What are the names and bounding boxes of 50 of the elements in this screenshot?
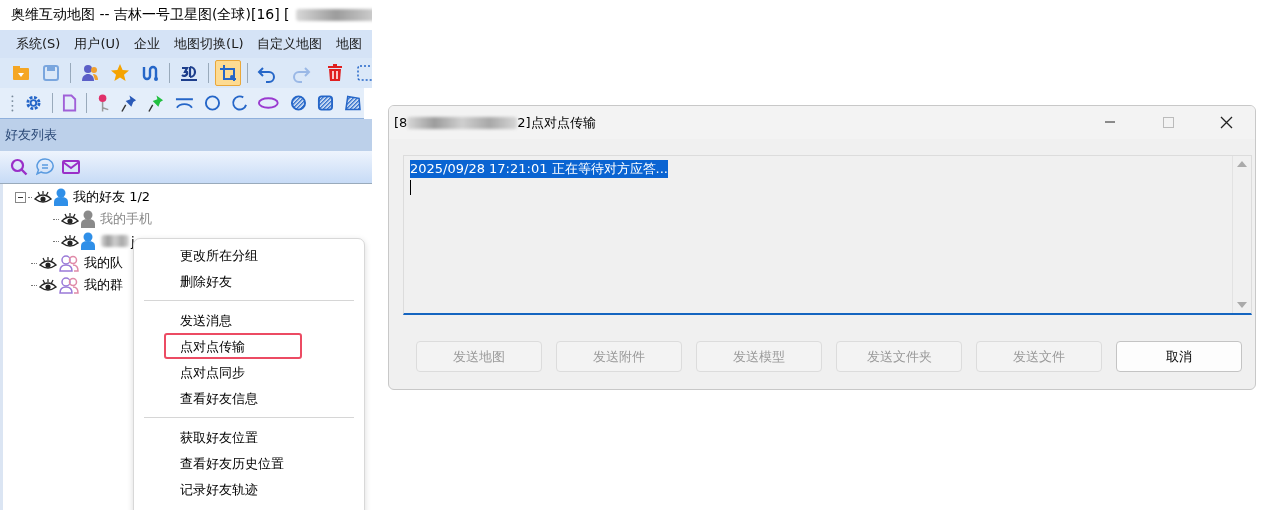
menu-item[interactable]: 点对点同步 [164,359,302,385]
dialog-title: 2]点对点传输 [517,113,596,132]
panel-title: 好友列表 [5,126,57,144]
search-icon[interactable] [10,158,28,176]
pushpin-icon[interactable] [147,93,165,113]
dialog-button[interactable]: 取消 [1116,341,1242,372]
ellipse-icon[interactable] [257,96,281,110]
eye-icon[interactable] [34,190,52,204]
filled-circle-icon[interactable] [290,94,308,112]
tree-item-label[interactable]: 我的群 [84,276,123,294]
people-icon [59,276,79,294]
filled-square-icon[interactable] [317,94,334,112]
eye-icon[interactable] [39,278,57,292]
menu-item[interactable]: 用户(U) [67,35,128,53]
tree-item-label[interactable]: 我的手机 [100,210,152,228]
menu-item[interactable]: 查看好友历史位置 [164,450,302,476]
close-icon[interactable] [1219,116,1233,129]
settings-icon[interactable] [23,93,43,113]
menu-item[interactable]: 更改所在分组 [164,242,302,268]
log-area[interactable]: 2025/09/28 17:21:01 正在等待对方应答... [403,155,1252,315]
menu-item[interactable]: 查看好友信息 [164,385,302,411]
tree-item-label[interactable]: 我的队 [84,254,123,272]
pushpin-icon[interactable] [120,93,138,113]
eye-icon[interactable] [61,234,79,248]
tree-item-label[interactable]: 我的好友 1/2 [73,188,151,206]
dialog-title: [8 [394,115,408,130]
menu-item[interactable]: 企业 [127,35,168,53]
eye-icon[interactable] [39,256,57,270]
arc-icon[interactable] [230,94,248,112]
mail-icon[interactable] [62,159,80,175]
tree-item-label[interactable]: j [131,233,135,249]
menu-item[interactable]: 地图 [329,35,370,53]
menu-item[interactable]: 删除好友 [164,268,302,294]
menu-item[interactable]: 获取好友位置 [164,424,302,450]
arc-icon[interactable] [174,96,194,110]
circle-icon[interactable] [203,94,221,112]
chat-icon[interactable] [36,158,54,176]
grip-icon [11,93,14,113]
menu-item[interactable]: 点对点传输 [164,333,302,359]
menu-item[interactable]: 自定义地图 [250,35,330,53]
menu-item[interactable]: 发送消息 [164,307,302,333]
menu-item[interactable]: 记录好友轨迹 [164,476,302,502]
page-icon[interactable] [61,94,77,112]
polygon-icon[interactable] [344,94,361,112]
eye-icon[interactable] [61,212,79,226]
menu-item[interactable]: 系统(S) [9,35,68,53]
menu-item[interactable]: 地图切换(L) [167,35,251,53]
collapse-icon[interactable] [15,191,26,203]
window-title: 奥维互动地图 -- 吉林一号卫星图(全球)[16] [ [11,6,290,24]
people-icon [59,254,79,272]
